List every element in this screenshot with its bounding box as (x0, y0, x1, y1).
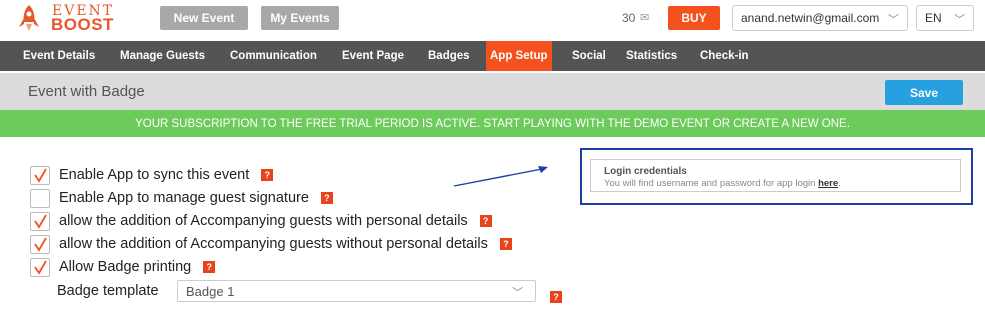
mail-icon: ✉ (640, 12, 650, 24)
main-nav: Event Details Manage Guests Communicatio… (0, 41, 985, 71)
account-dropdown[interactable]: anand.netwin@gmail.com ﹀ (732, 5, 908, 31)
login-credentials-text: You will find username and password for … (604, 178, 841, 189)
badge-template-value: Badge 1 (186, 283, 235, 299)
accompanying-with-details-label: allow the addition of Accompanying guest… (59, 213, 468, 229)
option-accompanying-with-details[interactable]: allow the addition of Accompanying guest… (30, 211, 492, 231)
checkmark-icon (34, 237, 47, 252)
annotation-arrow-icon (453, 166, 548, 187)
sync-event-checkbox[interactable] (30, 165, 50, 185)
option-accompanying-without-details[interactable]: allow the addition of Accompanying guest… (30, 234, 512, 254)
logo-boost-text: BOOST (51, 15, 114, 34)
page-header: Event with Badge Save (0, 73, 985, 110)
sync-event-label: Enable App to sync this event (59, 167, 250, 183)
help-icon[interactable]: ? (550, 291, 562, 303)
guest-signature-checkbox[interactable] (30, 188, 50, 208)
guest-signature-label: Enable App to manage guest signature (59, 190, 309, 206)
chevron-down-icon: ﹀ (954, 14, 965, 26)
login-credentials-title: Login credentials (604, 166, 687, 177)
subscription-banner: YOUR SUBSCRIPTION TO THE FREE TRIAL PERI… (0, 110, 985, 137)
option-guest-signature[interactable]: Enable App to manage guest signature ? (30, 188, 333, 208)
option-badge-printing[interactable]: Allow Badge printing ? (30, 257, 216, 277)
my-events-button[interactable]: My Events (261, 6, 339, 30)
nav-manage-guests[interactable]: Manage Guests (120, 41, 205, 71)
help-icon[interactable]: ? (203, 261, 216, 273)
rocket-logo-icon (19, 5, 39, 31)
new-event-button[interactable]: New Event (160, 6, 248, 30)
help-icon[interactable]: ? (479, 215, 492, 227)
accompanying-with-details-checkbox[interactable] (30, 211, 50, 231)
language-value: EN (925, 11, 942, 25)
badge-printing-checkbox[interactable] (30, 257, 50, 277)
badge-template-select[interactable]: Badge 1 ﹀ (177, 280, 536, 302)
help-icon[interactable]: ? (261, 169, 274, 181)
nav-check-in[interactable]: Check-in (700, 41, 749, 71)
credits-count: 30 (622, 11, 636, 25)
nav-event-page[interactable]: Event Page (342, 41, 404, 71)
login-credentials-description: You will find username and password for … (604, 178, 819, 189)
accompanying-without-details-checkbox[interactable] (30, 234, 50, 254)
checkmark-icon (34, 214, 47, 229)
checkmark-icon (34, 260, 47, 275)
badge-template-label: Badge template (57, 283, 159, 299)
login-credentials-suffix: . (838, 178, 841, 189)
save-button[interactable]: Save (885, 80, 963, 105)
chevron-down-icon: ﹀ (888, 14, 899, 26)
help-icon[interactable]: ? (499, 238, 512, 250)
top-bar: EVENT BOOST New Event My Events 30 ✉ BUY… (0, 0, 985, 36)
nav-badges[interactable]: Badges (428, 41, 470, 71)
help-icon[interactable]: ? (320, 192, 333, 204)
option-sync-event[interactable]: Enable App to sync this event ? (30, 165, 274, 185)
badge-printing-label: Allow Badge printing (59, 259, 192, 275)
login-here-link[interactable]: here (818, 178, 838, 189)
nav-statistics[interactable]: Statistics (626, 41, 677, 71)
nav-event-details[interactable]: Event Details (23, 41, 95, 71)
nav-social[interactable]: Social (572, 41, 606, 71)
account-email: anand.netwin@gmail.com (741, 11, 880, 25)
chevron-down-icon: ﹀ (512, 287, 523, 299)
accompanying-without-details-label: allow the addition of Accompanying guest… (59, 236, 488, 252)
page-title: Event with Badge (28, 83, 145, 100)
event-boost-logo[interactable]: EVENT BOOST (14, 3, 134, 34)
nav-app-setup[interactable]: App Setup (486, 41, 552, 71)
language-dropdown[interactable]: EN ﹀ (916, 5, 974, 31)
buy-button[interactable]: BUY (668, 6, 720, 30)
checkmark-icon (34, 168, 47, 183)
nav-communication[interactable]: Communication (230, 41, 317, 71)
